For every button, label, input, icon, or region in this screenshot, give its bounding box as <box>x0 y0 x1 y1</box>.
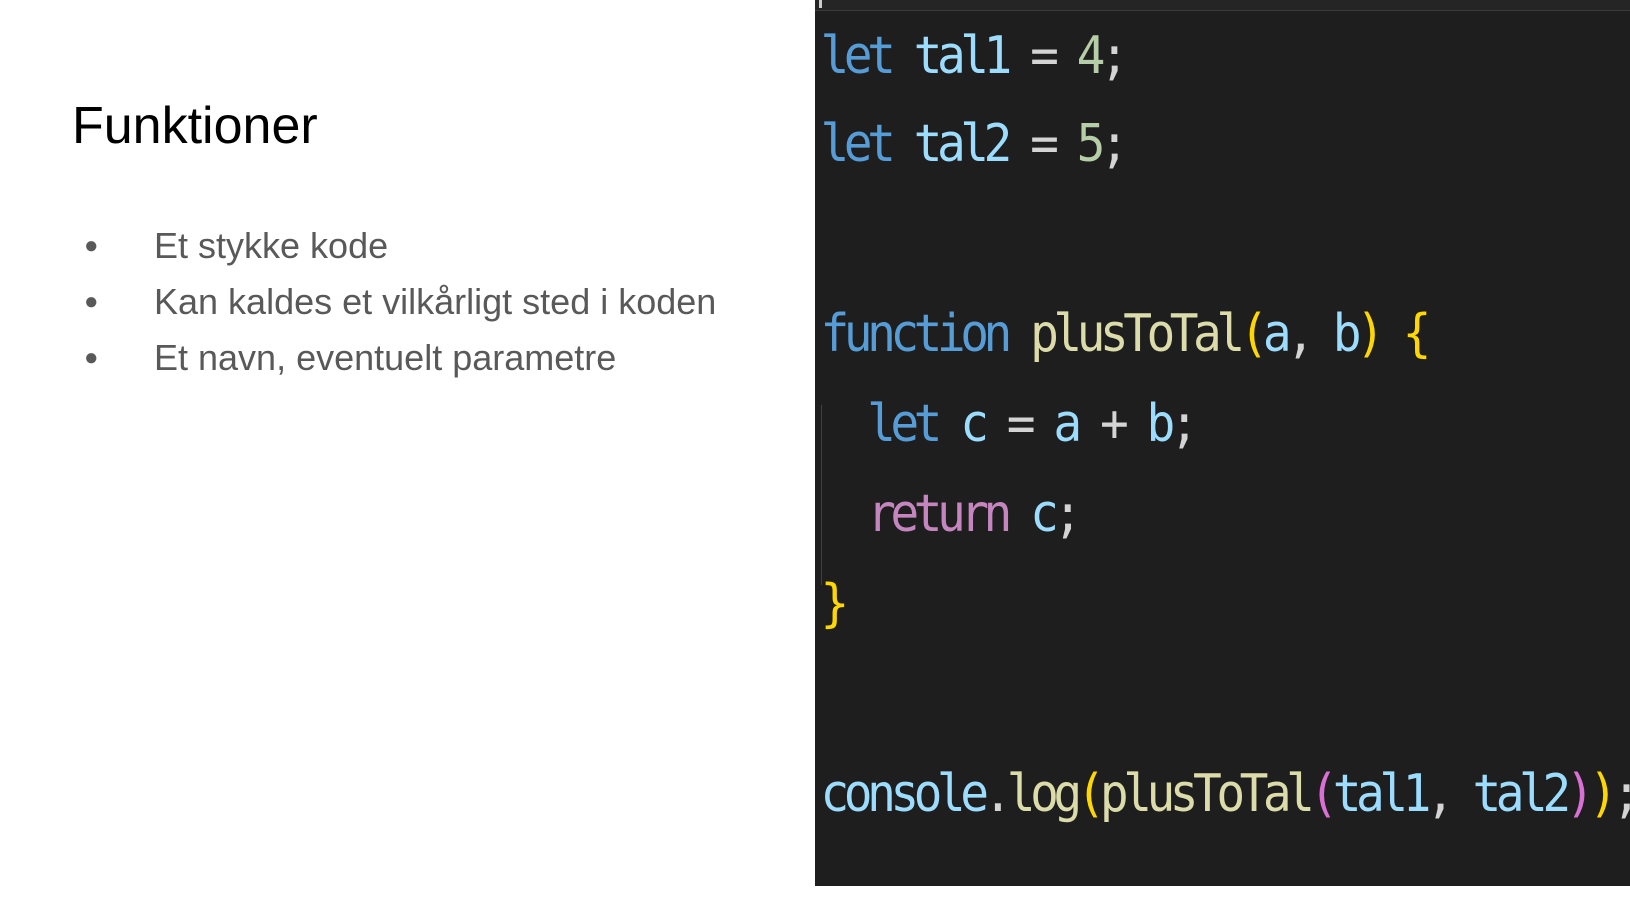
bullet-item: ● Et stykke kode <box>84 218 716 274</box>
cursor-mark <box>819 0 822 8</box>
bullet-item: ● Kan kaldes et vilkårligt sted i koden <box>84 274 716 330</box>
bullet-text: Kan kaldes et vilkårligt sted i koden <box>154 281 717 322</box>
code-line-7: console.log(plusToTal(tal1, tal2)); <box>820 764 1630 824</box>
code-line-6: } <box>820 574 850 634</box>
code-line-4: let c = a + b; <box>867 394 1199 454</box>
slide-title: Funktioner <box>72 97 318 155</box>
bullet-text: Et stykke kode <box>154 225 389 266</box>
bullet-icon: ● <box>84 344 99 371</box>
code-screenshot: let tal1 = 4; let tal2 = 5; function plu… <box>815 0 1630 886</box>
code-line-3: function plusToTal(a, b) { <box>820 304 1432 364</box>
bullet-list: ● Et stykke kode ● Kan kaldes et vilkårl… <box>84 218 716 386</box>
bullet-icon: ● <box>84 288 99 315</box>
bullet-text: Et navn, eventuelt parametre <box>154 337 617 378</box>
code-line-5: return c; <box>867 484 1082 544</box>
editor-top-border <box>815 0 1630 11</box>
code-line-2: let tal2 = 5; <box>820 114 1129 174</box>
slide: Funktioner ● Et stykke kode ● Kan kaldes… <box>0 0 1630 902</box>
bullet-icon: ● <box>84 232 99 259</box>
code-line-1: let tal1 = 4; <box>820 26 1129 86</box>
bullet-item: ● Et navn, eventuelt parametre <box>84 330 716 386</box>
